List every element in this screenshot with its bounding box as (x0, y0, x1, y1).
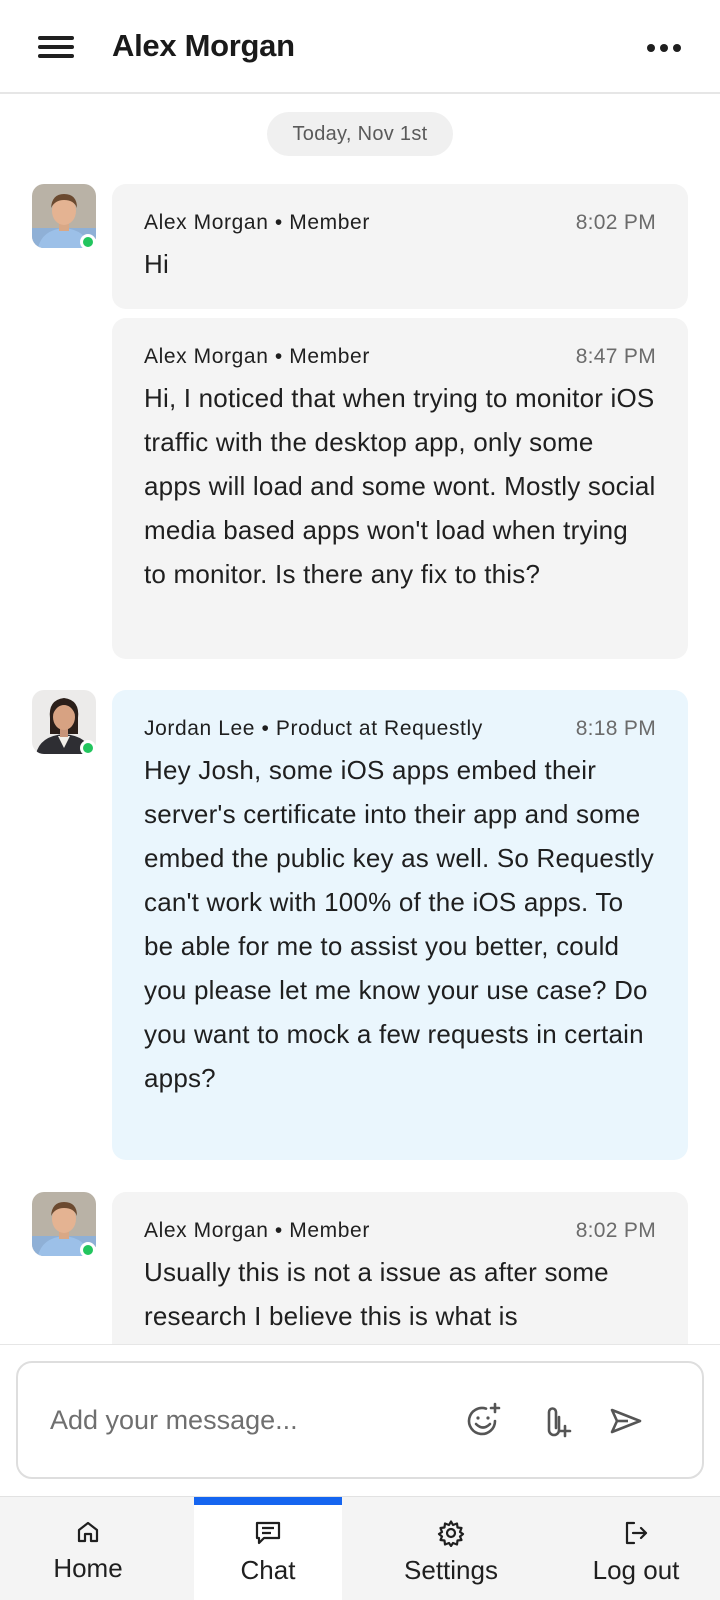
tab-chat[interactable]: Chat (194, 1497, 342, 1600)
message-time: 8:47 PM (575, 345, 656, 368)
message-text: Usually this is not a issue as after som… (144, 1257, 609, 1331)
logout-icon (625, 1521, 648, 1545)
gear-icon (437, 1520, 465, 1547)
more-options-icon[interactable] (644, 38, 684, 58)
online-status-badge (80, 740, 96, 756)
message-time: 8:02 PM (575, 1219, 656, 1242)
message-input[interactable] (50, 1393, 450, 1447)
message-bubble: Alex Morgan • Member 8:47 PM Hi, I notic… (112, 318, 688, 659)
home-icon (77, 1521, 99, 1543)
message-composer (16, 1361, 704, 1479)
message-sender: Alex Morgan • Member (144, 211, 370, 234)
message-sender: Alex Morgan • Member (144, 345, 370, 368)
message-text: Hi, I noticed that when trying to monito… (144, 383, 656, 589)
message-time: 8:18 PM (575, 717, 656, 740)
hamburger-menu-icon[interactable] (36, 30, 76, 62)
bottom-tab-bar: Home Chat Settings Log out (0, 1496, 720, 1600)
composer-area (0, 1344, 720, 1496)
message-sender: Jordan Lee • Product at Requestly (144, 717, 483, 740)
tab-home[interactable]: Home (0, 1497, 176, 1600)
message-time: 8:02 PM (575, 211, 656, 234)
tab-settings[interactable]: Settings (356, 1497, 546, 1600)
date-separator: Today, Nov 1st (267, 112, 453, 156)
chat-feed[interactable]: Today, Nov 1st Alex Morgan • Member 8:02… (0, 96, 720, 1344)
message-bubble-agent: Jordan Lee • Product at Requestly 8:18 P… (112, 690, 688, 1160)
message-text: Hey Josh, some iOS apps embed their serv… (144, 755, 654, 1093)
tab-log-out[interactable]: Log out (552, 1497, 720, 1600)
tab-label: Settings (404, 1555, 498, 1585)
app-header: Alex Morgan (0, 0, 720, 94)
tab-label: Chat (240, 1555, 296, 1585)
message-bubble: Alex Morgan • Member 8:02 PM Usually thi… (112, 1192, 688, 1344)
tab-label: Home (53, 1553, 123, 1583)
online-status-badge (80, 1242, 96, 1258)
tab-label: Log out (592, 1555, 680, 1585)
active-tab-indicator (194, 1497, 342, 1505)
message-bubble: Alex Morgan • Member 8:02 PM Hi (112, 184, 688, 309)
emoji-add-icon[interactable] (464, 1401, 504, 1441)
page-title: Alex Morgan (112, 28, 295, 63)
message-sender: Alex Morgan • Member (144, 1219, 370, 1242)
online-status-badge (80, 234, 96, 250)
chat-icon (255, 1521, 281, 1545)
attachment-add-icon[interactable] (536, 1401, 576, 1441)
message-text: Hi (144, 249, 169, 279)
send-icon[interactable] (606, 1401, 646, 1441)
